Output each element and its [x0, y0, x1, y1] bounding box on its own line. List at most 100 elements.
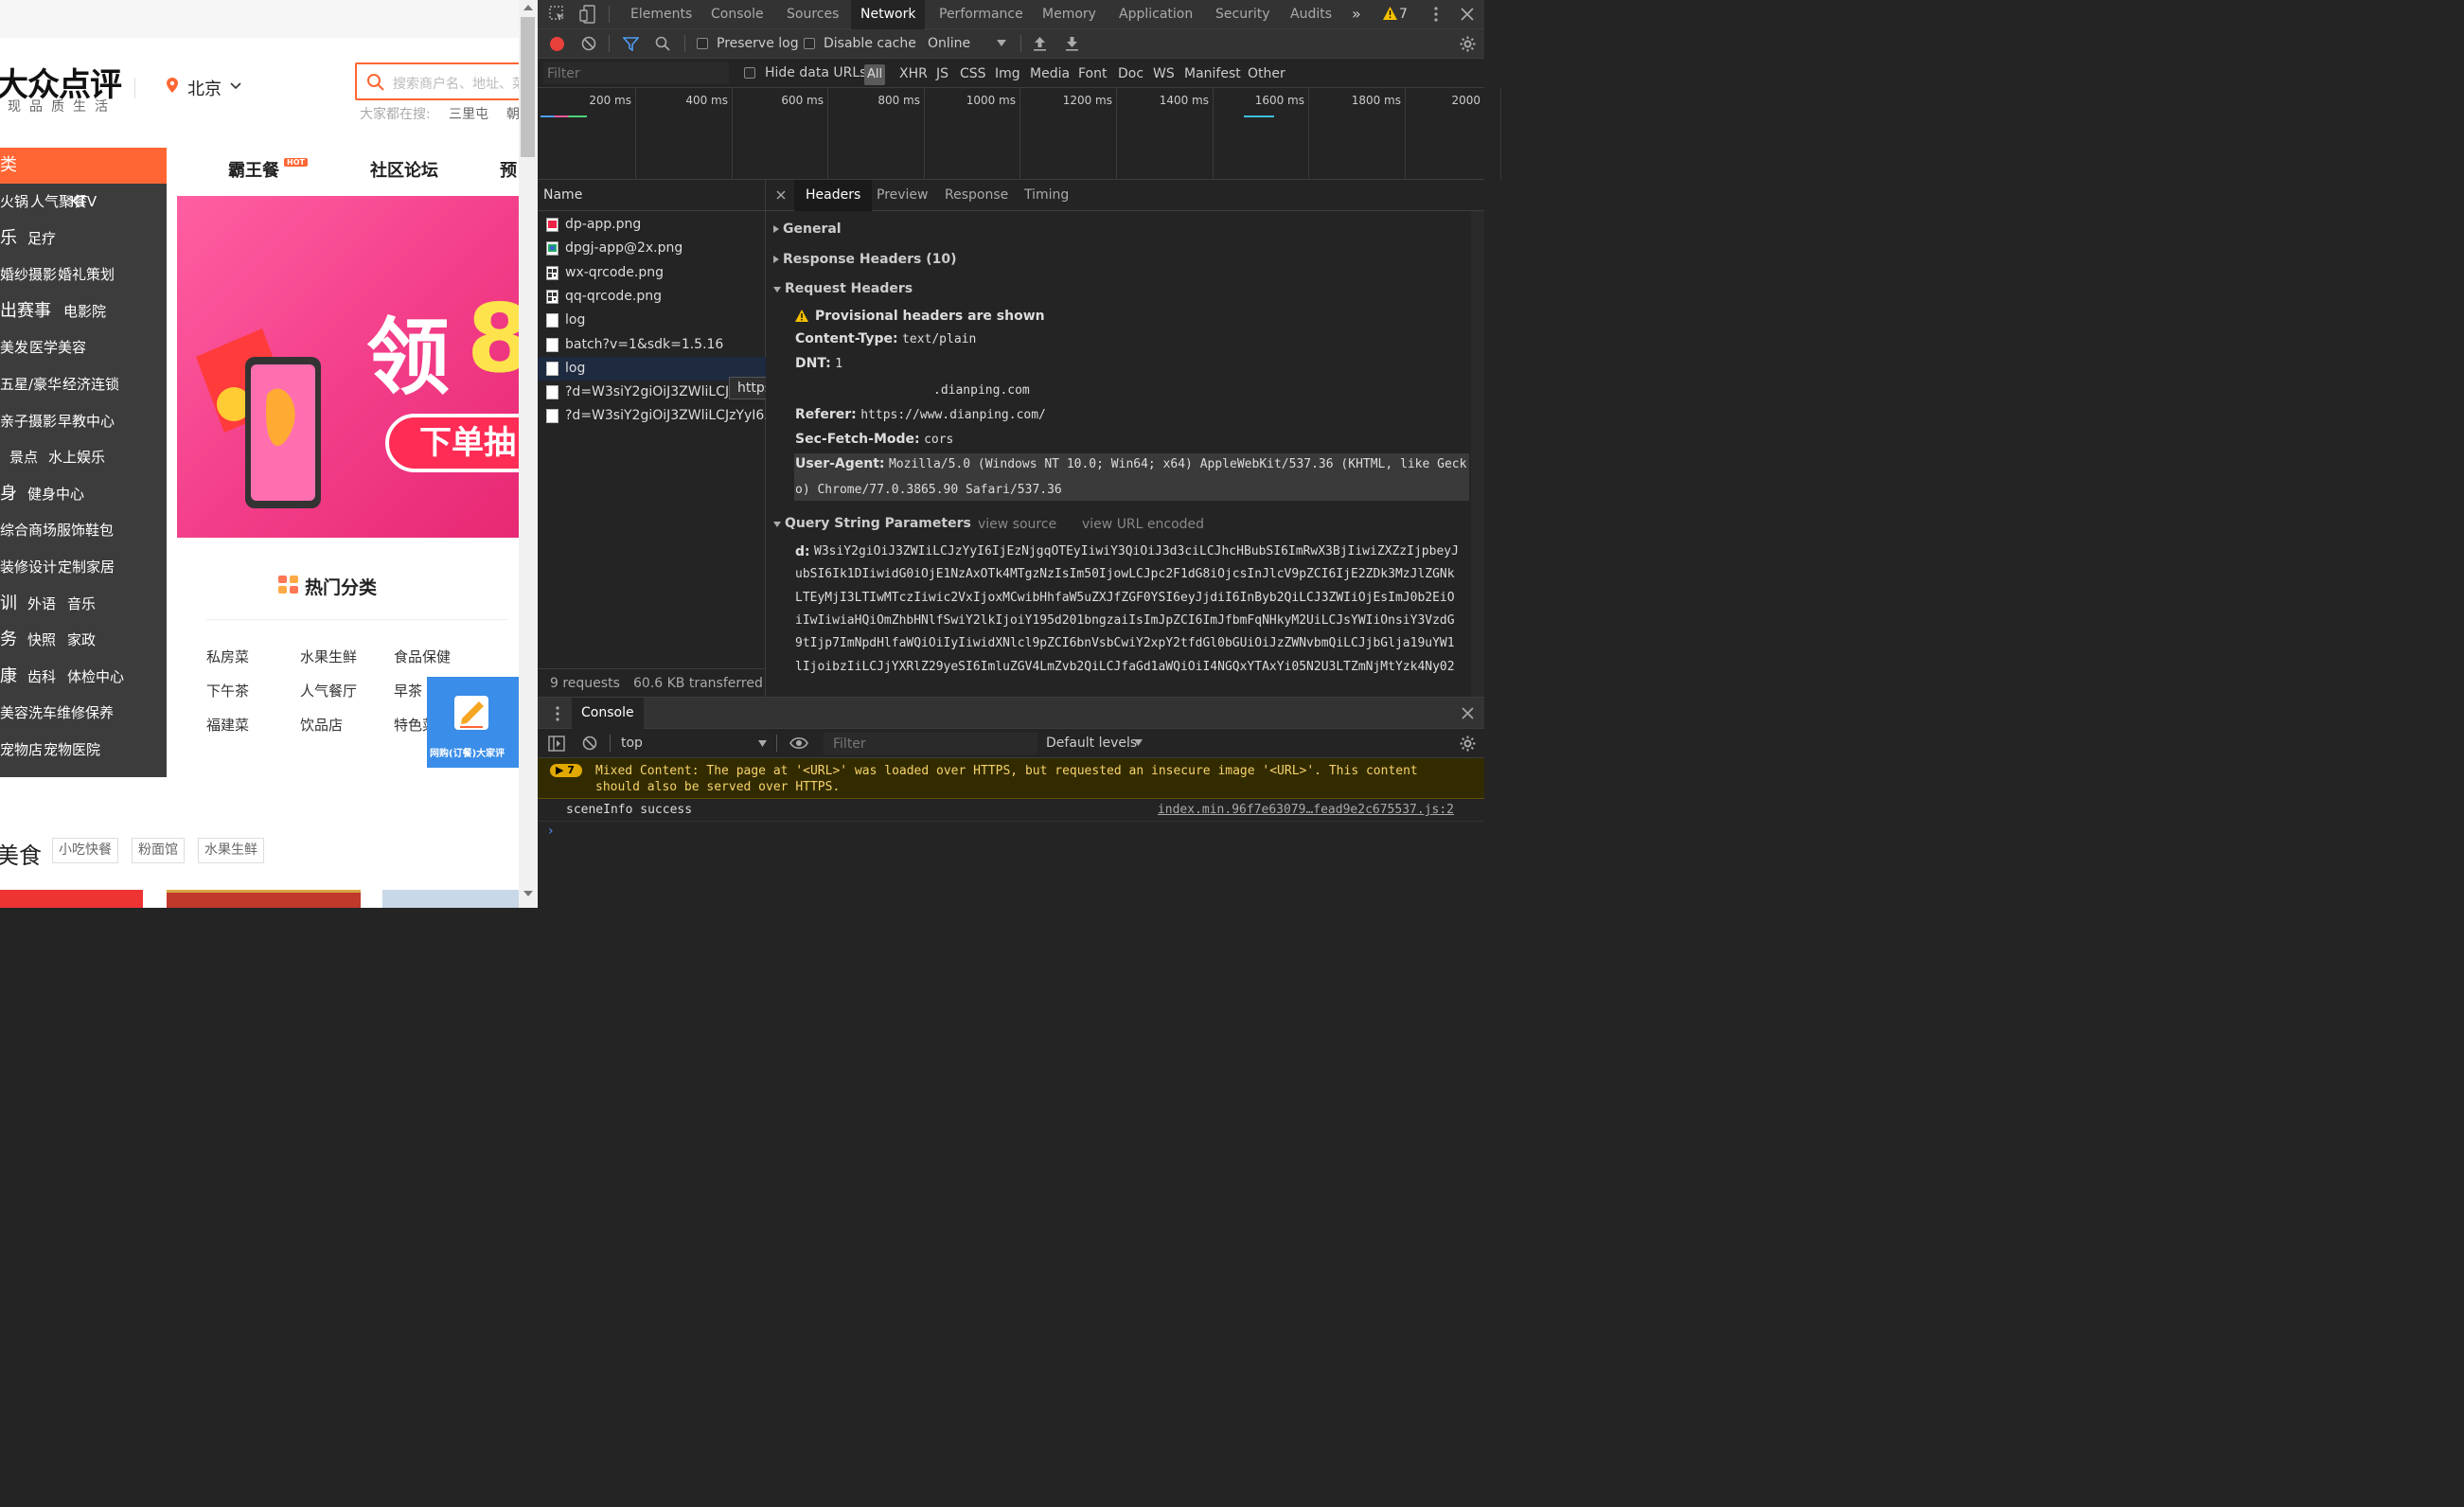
sidebar-toggle-icon[interactable] [548, 736, 565, 752]
hot-category-item[interactable]: 早茶 [394, 681, 422, 700]
request-row[interactable]: dp-app.png [538, 213, 766, 237]
query-param-value-line[interactable]: W3siY2giOiJ3ZWIiLCJzYyI6IjEzNjgqOTEyIiwi… [814, 544, 1459, 558]
category-secondary[interactable]: 外语 [27, 586, 56, 622]
close-icon[interactable] [776, 190, 786, 200]
page-scrollbar[interactable] [519, 0, 538, 908]
category-secondary[interactable]: 体检中心 [67, 659, 124, 695]
search-input[interactable]: 搜索商户名、地址、菜名 [393, 74, 538, 93]
type-filter-css[interactable]: CSS [960, 66, 986, 81]
category-secondary[interactable]: 服饰鞋包 [57, 512, 114, 548]
console-settings-icon[interactable] [1460, 736, 1476, 752]
import-har-icon[interactable] [1033, 36, 1047, 51]
tab-preview[interactable]: Preview [877, 180, 929, 211]
query-param-value-line[interactable]: iIwIiwiaHQiOmZhbHNlfSwiY2lkIjoiY195d201b… [795, 613, 1455, 628]
category-secondary[interactable]: 快照 [27, 622, 56, 658]
kebab-menu-icon[interactable] [1433, 7, 1439, 22]
tab-timing[interactable]: Timing [1024, 180, 1069, 211]
general-section-toggle[interactable]: General [773, 222, 842, 237]
hot-search-item[interactable]: 三里屯 [449, 104, 488, 123]
category-secondary[interactable]: 定制家居 [58, 549, 115, 585]
request-header-row[interactable]: Content-Type: text/plain [795, 331, 976, 346]
detail-scrollbar[interactable] [1471, 211, 1484, 697]
category-secondary[interactable]: 齿科 [27, 659, 56, 695]
category-secondary[interactable]: 家政 [67, 622, 96, 658]
hot-category-item[interactable]: 下午茶 [206, 681, 249, 700]
context-select[interactable]: top [621, 736, 643, 751]
tab-response[interactable]: Response [945, 180, 1008, 211]
close-icon[interactable] [1461, 8, 1474, 21]
user-agent-continued[interactable]: o) Chrome/77.0.3865.90 Safari/537.36 [795, 483, 1062, 497]
food-tag[interactable]: 小吃快餐 [52, 838, 118, 863]
view-url-encoded-link[interactable]: view URL encoded [1082, 517, 1204, 532]
category-row[interactable]: 宠物店 宠物医院 [0, 732, 167, 768]
request-row[interactable]: wx-qrcode.png [538, 261, 766, 285]
hot-category-item[interactable]: 饮品店 [300, 715, 343, 735]
dropdown-arrow-icon[interactable] [1134, 739, 1143, 746]
view-source-link[interactable]: view source [978, 517, 1056, 532]
category-primary[interactable]: 五星/豪华 [0, 366, 62, 402]
type-filter-font[interactable]: Font [1078, 66, 1107, 81]
category-secondary[interactable]: 健身中心 [27, 476, 84, 512]
type-filter-other[interactable]: Other [1248, 66, 1285, 81]
close-icon[interactable] [1462, 707, 1474, 719]
category-row[interactable]: 景点 水上娱乐 [0, 439, 167, 475]
nav-item[interactable]: 社区论坛 [370, 157, 438, 182]
log-levels-select[interactable]: Default levels [1046, 736, 1137, 751]
tab-memory[interactable]: Memory [1042, 0, 1096, 29]
scroll-thumb[interactable] [521, 17, 535, 157]
nav-item[interactable]: 霸王餐 [228, 157, 279, 182]
category-row[interactable]: 综合商场 服饰鞋包 [0, 512, 167, 548]
search-box[interactable]: 搜索商户名、地址、菜名 [355, 62, 538, 100]
request-row[interactable]: dpgj-app@2x.png [538, 237, 766, 260]
type-filter-all[interactable]: All [864, 64, 885, 85]
category-primary[interactable]: 宠物店 [0, 732, 43, 768]
category-secondary[interactable]: 音乐 [67, 586, 96, 622]
thumbnail[interactable] [0, 890, 143, 908]
type-filter-xhr[interactable]: XHR [899, 66, 928, 81]
category-primary[interactable]: 美发 [0, 329, 28, 365]
search-icon[interactable] [655, 36, 670, 51]
category-row[interactable]: 训外语 音乐 [0, 586, 167, 622]
query-param-value-line[interactable]: lIjoibzIiLCJjYXRlZ29yeSI6ImluZGV4LmZvb2Q… [795, 660, 1455, 674]
category-secondary[interactable]: 足疗 [27, 221, 56, 257]
category-row[interactable]: 装修设计 定制家居 [0, 549, 167, 585]
device-toolbar-icon[interactable] [579, 5, 596, 24]
banner-button[interactable]: 下单抽 [385, 414, 519, 472]
query-param-value-line[interactable]: ubSI6Ik1DIiwidG0iOjE1NzAxOTk4MTgzNzIsIm5… [795, 567, 1455, 581]
request-row[interactable]: ?d=W3siY2giOiJ3ZWliLCJzYyI6... [538, 404, 766, 428]
category-primary[interactable]: 务 [0, 622, 17, 658]
more-tabs-icon[interactable]: » [1352, 0, 1361, 29]
dropdown-arrow-icon[interactable] [758, 740, 767, 747]
preserve-log-checkbox[interactable] [697, 38, 708, 49]
throttling-select[interactable]: Online [928, 36, 970, 51]
type-filter-ws[interactable]: WS [1153, 66, 1175, 81]
name-column-header[interactable]: Name [538, 180, 766, 211]
category-row[interactable]: 出赛事 电影院 [0, 293, 167, 329]
hot-category-item[interactable]: 人气餐厅 [300, 681, 357, 700]
category-primary[interactable]: 婚纱摄影 [0, 257, 57, 293]
console-warning-message[interactable]: ▶ 7 Mixed Content: The page at '<URL>' w… [538, 758, 1484, 799]
type-filter-manifest[interactable]: Manifest [1184, 66, 1241, 81]
category-primary[interactable]: 综合商场 [0, 512, 57, 548]
category-secondary[interactable]: 维修保养 [57, 695, 114, 731]
request-header-row[interactable]: Referer: https://www.dianping.com/ [795, 407, 1046, 422]
tab-headers[interactable]: Headers [794, 180, 873, 211]
scroll-down-icon[interactable] [523, 890, 533, 897]
category-primary[interactable]: 景点 [9, 439, 38, 475]
clear-console-icon[interactable] [582, 736, 597, 751]
category-secondary[interactable]: 水上娱乐 [48, 439, 105, 475]
tab-sources[interactable]: Sources [787, 0, 839, 29]
network-overview-timeline[interactable]: 200 ms 400 ms 600 ms 800 ms 1000 ms 1200 ms 14… [538, 88, 1501, 180]
thumbnail[interactable] [167, 890, 361, 908]
hot-category-item[interactable]: 私房菜 [206, 647, 249, 666]
category-row[interactable]: 康齿科 体检中心 [0, 659, 167, 695]
drawer-menu-icon[interactable] [555, 706, 560, 721]
type-filter-doc[interactable]: Doc [1118, 66, 1143, 81]
category-row[interactable]: 美发 医学美容 [0, 329, 167, 365]
city-selector[interactable]: 北京 [187, 76, 222, 100]
category-primary[interactable]: 美容洗车 [0, 695, 57, 731]
dropdown-arrow-icon[interactable] [997, 40, 1006, 46]
filter-icon[interactable] [623, 37, 639, 51]
disable-cache-checkbox[interactable] [804, 38, 815, 49]
category-primary[interactable]: 装修设计 [0, 549, 57, 585]
